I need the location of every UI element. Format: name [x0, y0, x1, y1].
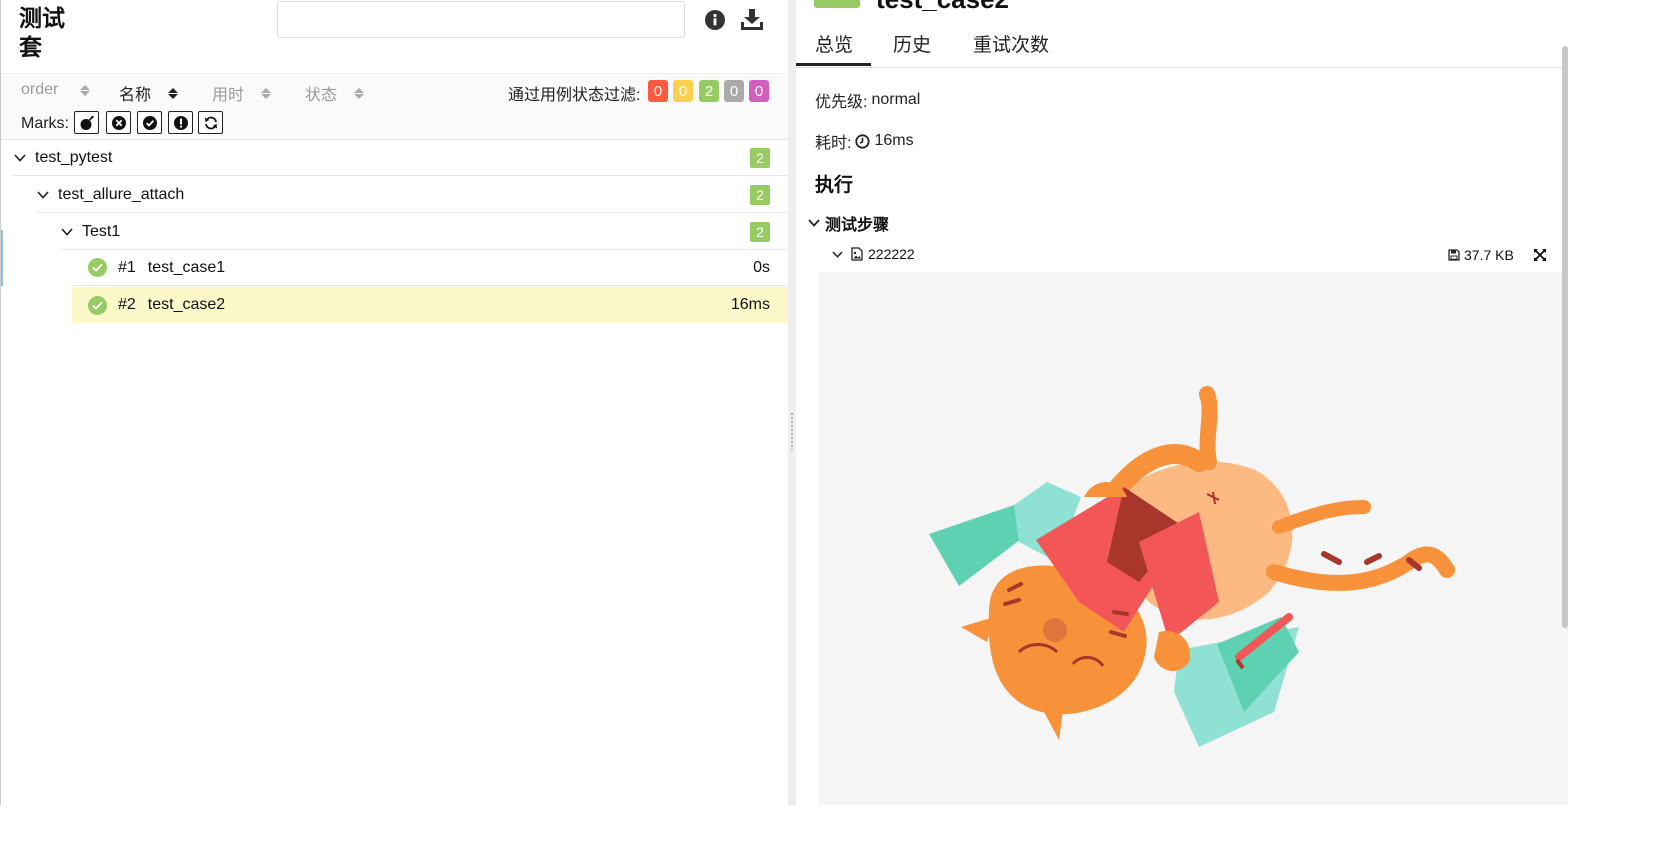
refresh-icon[interactable]	[198, 111, 223, 134]
attachment-toggle[interactable]: 222222	[832, 246, 915, 262]
exclamation-circle-icon[interactable]	[168, 111, 193, 134]
tree-group-test1[interactable]: Test1 2	[60, 214, 789, 250]
tree-group-label: test_allure_attach	[58, 185, 185, 203]
clock-icon	[855, 133, 871, 149]
sort-order[interactable]: order	[21, 81, 91, 99]
tab-overview[interactable]: 总览	[815, 30, 853, 57]
chevron-down-icon	[832, 250, 843, 258]
test-case-number: #2	[118, 296, 136, 313]
times-circle-icon[interactable]	[106, 111, 131, 134]
save-icon	[1448, 249, 1460, 261]
execution-title: 执行	[815, 175, 854, 196]
filter-passed-badge[interactable]: 2	[699, 80, 719, 102]
attachment-image-preview	[819, 272, 1568, 805]
tree-group-test-allure-attach[interactable]: test_allure_attach 2	[36, 177, 789, 213]
pane-splitter[interactable]	[788, 0, 796, 805]
chevron-down-icon	[36, 188, 50, 202]
sort-name[interactable]: 名称	[119, 81, 179, 105]
sort-duration-label: 用时	[212, 87, 245, 104]
sleeping-cat-illustration	[929, 386, 1455, 747]
search-input[interactable]	[277, 1, 685, 38]
sort-duration[interactable]: 用时	[212, 81, 272, 105]
active-tab-indicator	[796, 63, 871, 66]
splitter-grip-icon[interactable]	[790, 412, 794, 450]
test-case-row[interactable]: #1 test_case1 0s	[72, 250, 789, 286]
download-icon[interactable]	[740, 8, 764, 32]
sort-status[interactable]: 状态	[305, 81, 365, 105]
status-badge	[814, 0, 860, 8]
test-result-pane: test_case2 总览 历史 重试次数 优先级: normal 耗时: 16…	[796, 0, 1568, 805]
chevron-down-icon	[60, 225, 74, 239]
sort-filter-bar: order 名称 用时 状态 通过用例状态过滤: 0 0 2 0 0 Marks…	[1, 73, 789, 140]
info-circle-icon[interactable]	[703, 8, 727, 32]
left-edge-accent	[1, 230, 3, 286]
image-file-icon	[851, 247, 863, 261]
attachment-size: 37.7 KB	[1448, 247, 1514, 263]
duration-label: 耗时:	[815, 135, 852, 152]
priority-row: 优先级: normal	[815, 88, 920, 112]
test-steps-title: 测试步骤	[825, 217, 890, 234]
tree-group-test-pytest[interactable]: test_pytest 2	[13, 140, 789, 176]
sort-arrows-icon	[80, 84, 91, 96]
passed-check-icon	[88, 258, 107, 277]
test-case-duration: 16ms	[730, 296, 770, 313]
marks-label: Marks:	[21, 115, 69, 132]
test-case-row-selected[interactable]: #2 test_case2 16ms	[72, 287, 789, 323]
priority-value: normal	[871, 91, 921, 108]
duration-row: 耗时: 16ms	[815, 129, 914, 153]
tree-group-label: test_pytest	[35, 148, 113, 166]
test-steps-toggle[interactable]: 测试步骤	[808, 211, 889, 235]
test-case-number: #1	[118, 258, 136, 276]
test-case-name: test_case2	[147, 296, 226, 313]
chevron-down-icon	[13, 151, 27, 165]
filter-failed-badge[interactable]: 0	[648, 80, 668, 102]
sort-arrows-icon	[261, 87, 272, 99]
sort-status-label: 状态	[305, 87, 338, 104]
filter-unknown-badge[interactable]: 0	[749, 80, 769, 102]
duration-value: 16ms	[874, 132, 914, 149]
attachment-size-value: 37.7 KB	[1464, 247, 1514, 263]
bomb-icon[interactable]	[74, 111, 99, 134]
test-suites-pane: 测试套 order 名称 用时 状态 通过用例状态过滤: 0 0 2 0 0 M…	[0, 0, 789, 805]
sort-order-label: order	[21, 81, 59, 98]
attachment-name: 222222	[868, 246, 915, 262]
expand-icon[interactable]	[1533, 248, 1547, 262]
tab-history[interactable]: 历史	[893, 30, 931, 57]
pane-title: 测试套	[19, 5, 65, 60]
test-case-title: test_case2	[876, 0, 1009, 12]
filter-broken-badge[interactable]: 0	[673, 80, 693, 102]
sort-arrows-icon	[168, 87, 179, 99]
tree-group-count: 2	[750, 147, 770, 168]
tab-retries[interactable]: 重试次数	[973, 30, 1049, 57]
passed-check-icon	[88, 295, 107, 315]
test-case-name: test_case1	[147, 258, 226, 276]
check-circle-icon[interactable]	[137, 111, 162, 134]
status-filter-label: 通过用例状态过滤:	[508, 87, 641, 104]
tree-group-label: Test1	[82, 222, 121, 240]
detail-tabs: 总览 历史 重试次数	[796, 22, 1568, 68]
priority-label: 优先级:	[815, 94, 868, 111]
tree-group-count: 2	[750, 221, 770, 242]
sort-arrows-icon	[354, 87, 365, 99]
test-case-duration: 0s	[753, 258, 770, 276]
vertical-scrollbar[interactable]	[1562, 46, 1568, 628]
tree-group-count: 2	[750, 184, 770, 205]
filter-skipped-badge[interactable]: 0	[724, 80, 744, 102]
sort-name-label: 名称	[119, 87, 152, 104]
chevron-down-icon	[808, 219, 820, 227]
